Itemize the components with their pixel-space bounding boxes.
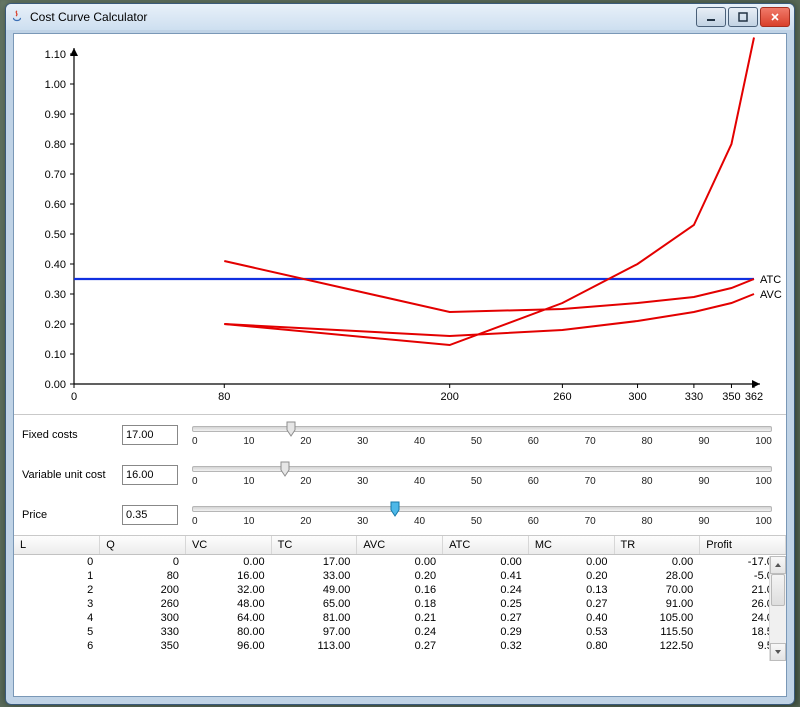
price-label: Price xyxy=(14,509,122,521)
fixed-costs-label: Fixed costs xyxy=(14,429,122,441)
table-row[interactable]: 533080.0097.000.240.290.53115.5018.50 xyxy=(14,625,786,639)
svg-text:0.80: 0.80 xyxy=(45,139,66,151)
variable-cost-slider[interactable]: 0102030405060708090100 xyxy=(178,464,786,487)
svg-text:300: 300 xyxy=(628,391,646,403)
table-scrollbar[interactable] xyxy=(769,556,786,661)
svg-text:330: 330 xyxy=(685,391,703,403)
client-area: 0.00 0.10 0.20 0.30 0.40 0.50 0.60 0.70 0.80 0.90… xyxy=(13,33,787,697)
scroll-up-icon[interactable] xyxy=(770,556,786,574)
app-window: Cost Curve Calculator 0.000.100.200.300.… xyxy=(5,3,795,705)
data-table-wrap: LQVCTCAVCATCMCTRProfit 000.0017.000.000.… xyxy=(14,536,786,661)
svg-text:0.30: 0.30 xyxy=(45,289,66,301)
svg-text:1.10: 1.10 xyxy=(45,49,66,61)
controls-panel: Fixed costs 0102030405060708090100 Varia… xyxy=(14,415,786,536)
svg-text:260: 260 xyxy=(553,391,571,403)
price-input[interactable] xyxy=(122,505,178,525)
maximize-button[interactable] xyxy=(728,7,758,27)
svg-text:0.00: 0.00 xyxy=(45,379,66,391)
chart-canvas: 0.00 0.10 0.20 0.30 0.40 0.50 0.60 0.70 0.80 0.90… xyxy=(14,34,784,414)
table-body: 000.0017.000.000.000.000.00-17.0018016.0… xyxy=(14,555,786,654)
table-header[interactable]: VC xyxy=(185,536,271,555)
variable-cost-input[interactable] xyxy=(122,465,178,485)
slider-ticks: 0102030405060708090100 xyxy=(192,436,772,447)
svg-text:AVC: AVC xyxy=(760,289,782,301)
svg-text:0.20: 0.20 xyxy=(45,319,66,331)
svg-text:0.40: 0.40 xyxy=(45,259,66,271)
svg-text:1.00: 1.00 xyxy=(45,79,66,91)
svg-text:0.70: 0.70 xyxy=(45,169,66,181)
close-button[interactable] xyxy=(760,7,790,27)
slider-thumb-icon[interactable] xyxy=(286,421,296,437)
window-title: Cost Curve Calculator xyxy=(30,10,696,24)
data-table: LQVCTCAVCATCMCTRProfit 000.0017.000.000.… xyxy=(14,536,786,653)
scroll-thumb[interactable] xyxy=(771,574,785,606)
table-row[interactable]: 326048.0065.000.180.250.2791.0026.00 xyxy=(14,597,786,611)
minimize-button[interactable] xyxy=(696,7,726,27)
svg-text:0.90: 0.90 xyxy=(45,109,66,121)
table-row[interactable]: 430064.0081.000.210.270.40105.0024.00 xyxy=(14,611,786,625)
svg-text:350: 350 xyxy=(722,391,740,403)
slider-thumb-icon[interactable] xyxy=(280,461,290,477)
svg-text:0.50: 0.50 xyxy=(45,229,66,241)
table-header[interactable]: MC xyxy=(528,536,614,555)
table-header[interactable]: ATC xyxy=(443,536,529,555)
slider-ticks: 0102030405060708090100 xyxy=(192,516,772,527)
table-header[interactable]: Q xyxy=(100,536,186,555)
table-row[interactable]: 635096.00113.000.270.320.80122.509.50 xyxy=(14,639,786,653)
svg-text:200: 200 xyxy=(441,391,459,403)
table-header[interactable]: Profit xyxy=(700,536,786,555)
table-header[interactable]: TR xyxy=(614,536,700,555)
variable-cost-row: Variable unit cost 010203040506070809010… xyxy=(14,455,786,495)
table-row[interactable]: 18016.0033.000.200.410.2028.00-5.00 xyxy=(14,569,786,583)
variable-cost-label: Variable unit cost xyxy=(14,469,122,481)
svg-text:ATC: ATC xyxy=(760,274,781,286)
table-header[interactable]: L xyxy=(14,536,100,555)
svg-text:0: 0 xyxy=(71,391,77,403)
cost-chart: 0.00 0.10 0.20 0.30 0.40 0.50 0.60 0.70 0.80 0.90… xyxy=(14,34,786,415)
slider-thumb-icon[interactable] xyxy=(390,501,400,517)
scroll-down-icon[interactable] xyxy=(770,643,786,661)
price-row: Price 0102030405060708090100 xyxy=(14,495,786,535)
fixed-costs-slider[interactable]: 0102030405060708090100 xyxy=(178,424,786,447)
svg-text:80: 80 xyxy=(218,391,230,403)
java-icon xyxy=(10,10,24,24)
svg-text:362: 362 xyxy=(745,391,763,403)
fixed-costs-input[interactable] xyxy=(122,425,178,445)
titlebar[interactable]: Cost Curve Calculator xyxy=(6,4,794,30)
svg-text:0.60: 0.60 xyxy=(45,199,66,211)
price-slider[interactable]: 0102030405060708090100 xyxy=(178,504,786,527)
table-row[interactable]: 000.0017.000.000.000.000.00-17.00 xyxy=(14,555,786,570)
table-row[interactable]: 220032.0049.000.160.240.1370.0021.00 xyxy=(14,583,786,597)
table-header[interactable]: AVC xyxy=(357,536,443,555)
table-header[interactable]: TC xyxy=(271,536,357,555)
slider-ticks: 0102030405060708090100 xyxy=(192,476,772,487)
svg-text:0.10: 0.10 xyxy=(45,349,66,361)
fixed-costs-row: Fixed costs 0102030405060708090100 xyxy=(14,415,786,455)
table-header-row: LQVCTCAVCATCMCTRProfit xyxy=(14,536,786,555)
